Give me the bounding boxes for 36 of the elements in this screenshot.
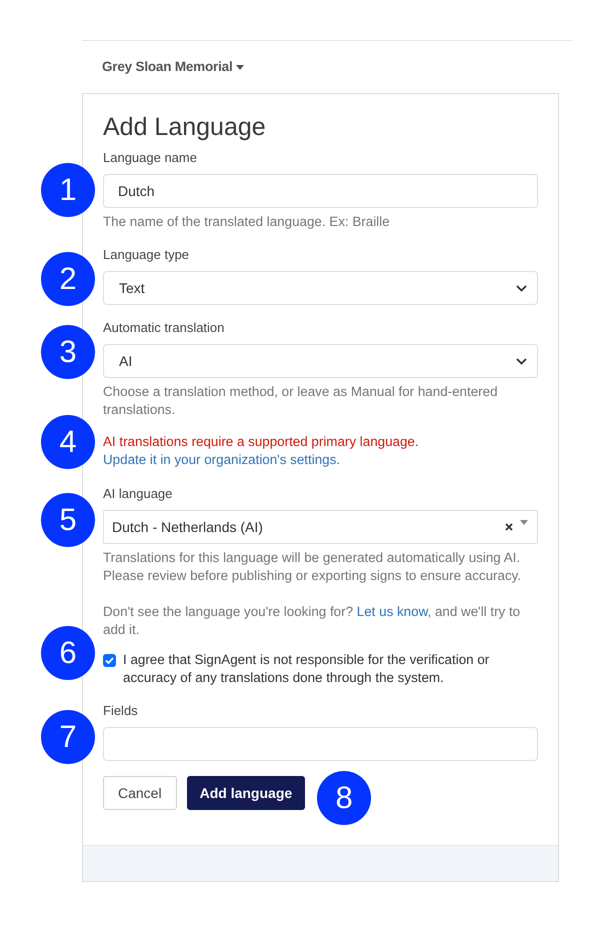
number-marker: 3 — [41, 325, 95, 379]
number-marker: 2 — [41, 252, 95, 306]
chevron-down-icon — [516, 284, 527, 292]
chevron-down-icon — [516, 358, 527, 364]
organization-dropdown[interactable]: Grey Sloan Memorial — [102, 59, 244, 75]
clear-icon[interactable] — [505, 523, 513, 531]
help-text: Choose a translation method, or leave as Manual for hand-entered translations. — [103, 383, 499, 419]
field-label: AI language — [103, 485, 174, 503]
help-text: Translations for this language will be generated automatically using AI. Please review before publishing or exporting signs to ensure accuracy. — [103, 549, 522, 585]
dropdown-select[interactable]: AI — [103, 344, 538, 378]
number-marker: 4 — [41, 415, 95, 469]
number-marker: 8 — [317, 771, 372, 825]
help-text: The name of the translated language. Ex: Braille — [103, 213, 391, 231]
number-marker: 7 — [41, 710, 95, 764]
settings-link[interactable]: Update it in your organization's settings. — [103, 452, 340, 467]
checkbox[interactable] — [103, 654, 116, 667]
field-label: Automatic translation — [103, 319, 226, 337]
searchable-dropdown[interactable]: Dutch - Netherlands (AI) — [103, 510, 538, 544]
add-language-button[interactable]: Add language — [186, 776, 306, 810]
dropdown-select[interactable]: Text — [103, 271, 538, 305]
cancel-button[interactable]: Cancel — [103, 776, 177, 810]
input-field[interactable]: Dutch — [103, 174, 538, 208]
form-title: Add Language — [103, 113, 267, 142]
field-label: Language type — [103, 246, 190, 264]
warning-text: AI translations require a supported primary language. Update it in your organization's settings. — [103, 433, 420, 469]
field-label: Fields — [103, 702, 139, 720]
text-link[interactable]: Let us know — [356, 604, 428, 619]
number-marker: 1 — [41, 163, 95, 217]
caret-down-icon — [520, 520, 528, 525]
field-label: Language name — [103, 149, 198, 167]
caret-down-icon — [236, 64, 244, 70]
checkbox-label: I agree that SignAgent is not responsible for the verification or accuracy of any translations done through the system. — [123, 651, 490, 687]
number-marker: 5 — [41, 493, 95, 547]
number-marker: 6 — [41, 626, 95, 680]
input-field[interactable] — [103, 727, 538, 761]
help-text: Don't see the language you're looking for? Let us know, and we'll try to add it. — [103, 603, 522, 639]
